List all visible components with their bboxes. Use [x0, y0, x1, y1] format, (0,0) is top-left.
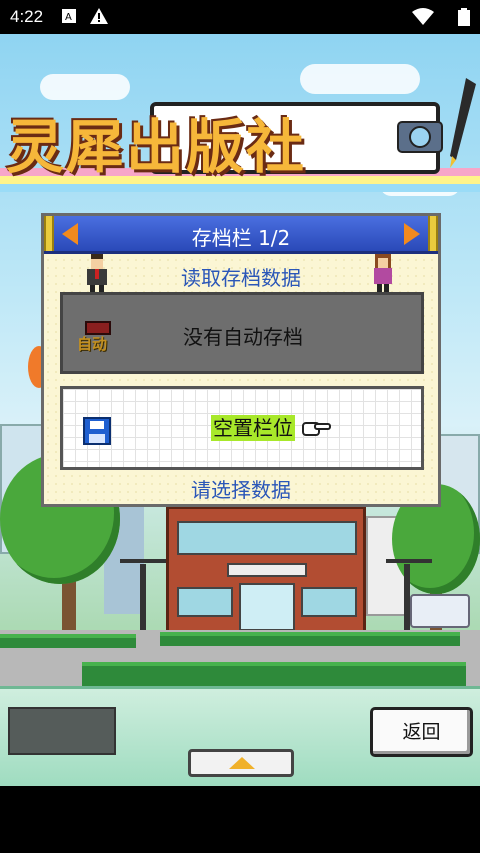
wifi-icon [412, 8, 434, 25]
game-logo: 灵犀出版社 [0, 74, 480, 214]
bottom-bar: 返回 [0, 686, 480, 786]
expand-up-button[interactable] [188, 749, 294, 777]
auto-save-badge: 自动 [77, 335, 108, 353]
empty-save-slot[interactable]: 空置栏位 [60, 386, 424, 470]
dialog-title: 存档栏 1/2 [191, 226, 291, 250]
female-character-icon [374, 254, 392, 292]
save-slot-dialog: 存档栏 1/2 读取存档数据 自动 没有自动存档 空置栏位 请选择数据 [41, 213, 441, 507]
status-time: 4:22 [10, 7, 44, 26]
back-button[interactable]: 返回 [370, 707, 473, 757]
empty-slot-label: 空置栏位 [211, 415, 295, 441]
battery-icon [458, 8, 470, 26]
auto-save-label: 没有自动存档 [183, 325, 303, 349]
pointing-hand-cursor-icon [302, 422, 331, 436]
up-arrow-icon [229, 757, 255, 769]
status-bar: 4:22 A [0, 0, 480, 34]
pen-icon [450, 78, 476, 168]
warning-icon [90, 8, 108, 24]
camera-icon [397, 121, 443, 153]
a-notification-icon: A [62, 9, 76, 23]
dialog-footer: 请选择数据 [191, 478, 291, 502]
auto-save-icon: 自动 [77, 321, 121, 359]
floppy-disk-icon [83, 417, 111, 445]
auto-save-slot[interactable]: 自动 没有自动存档 [60, 292, 424, 374]
dialog-header: 存档栏 1/2 [44, 216, 438, 254]
info-panel [8, 707, 116, 755]
svg-text:A: A [65, 12, 72, 23]
publisher-building [166, 506, 366, 634]
system-nav-bar [0, 786, 480, 853]
next-page-arrow-icon[interactable] [404, 223, 420, 245]
logo-title: 灵犀出版社 [6, 113, 307, 181]
